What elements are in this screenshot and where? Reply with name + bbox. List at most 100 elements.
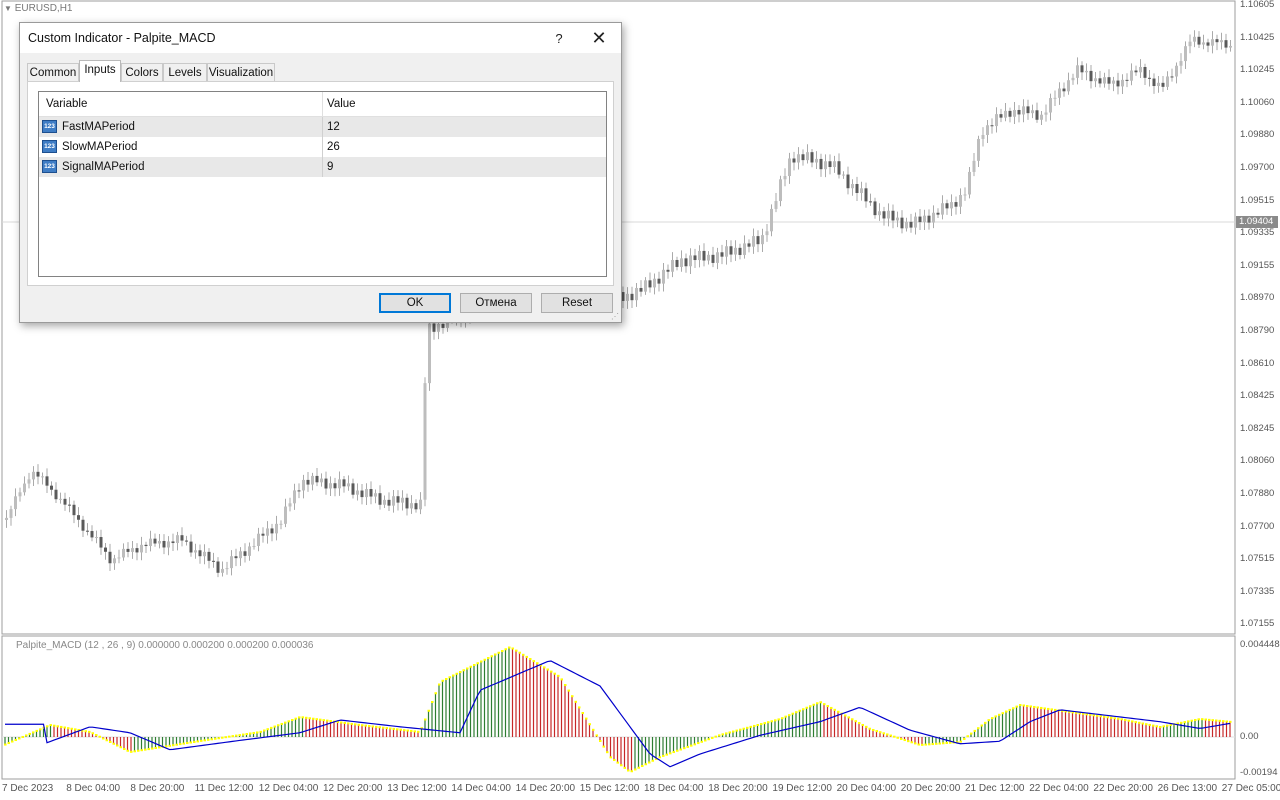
histogram-cap (518, 651, 521, 654)
tab-colors[interactable]: Colors (121, 63, 163, 81)
histogram-cap (704, 739, 707, 742)
resize-grip-icon[interactable]: ⋰ (611, 312, 619, 321)
histogram-cap (973, 729, 976, 732)
table-row[interactable]: 123 SignalMAPeriod 9 (39, 157, 606, 177)
candle-body (1004, 110, 1007, 118)
histogram-cap (515, 649, 518, 652)
candle-body (824, 161, 827, 170)
candle-body (729, 246, 733, 255)
histogram-cap (427, 709, 430, 712)
histogram-cap (711, 736, 714, 739)
price-axis-tick: 1.08060 (1240, 455, 1275, 467)
candle-body (648, 280, 652, 288)
histogram-cap (623, 766, 626, 769)
reset-button[interactable]: Reset (541, 293, 613, 313)
candle-body (999, 114, 1003, 118)
candle-body (1152, 78, 1156, 87)
cancel-button[interactable]: Отмена (460, 293, 532, 313)
histogram-cap (1092, 714, 1095, 717)
histogram-cap (819, 701, 822, 704)
candle-body (1076, 65, 1079, 78)
tab-visualization[interactable]: Visualization (207, 63, 275, 81)
candle-body (716, 252, 719, 263)
candle-body (387, 499, 391, 506)
variable-value[interactable]: 26 (327, 137, 340, 157)
integer-type-icon: 123 (42, 120, 57, 133)
dialog-titlebar[interactable]: Custom Indicator - Palpite_MACD ? ✕ (20, 23, 621, 53)
candle-body (657, 278, 661, 284)
variable-name: SlowMAPeriod (62, 141, 138, 153)
histogram-cap (578, 706, 581, 709)
histogram-cap (60, 725, 63, 728)
candle-body (927, 215, 931, 223)
histogram-cap (399, 728, 402, 731)
variable-value[interactable]: 9 (327, 157, 333, 177)
candle-body (797, 154, 800, 163)
column-header-variable[interactable]: Variable (46, 92, 87, 116)
histogram-cap (595, 734, 598, 737)
histogram-cap (893, 735, 896, 738)
candle-body (765, 231, 769, 236)
histogram-cap (609, 756, 612, 759)
price-axis-tick: 1.09700 (1240, 162, 1275, 173)
histogram-cap (613, 759, 616, 761)
variable-value[interactable]: 12 (327, 117, 340, 137)
candle-body (365, 489, 368, 498)
histogram-cap (445, 678, 448, 680)
tab-common[interactable]: Common (27, 63, 79, 81)
candle-body (1170, 76, 1174, 78)
cell-divider (322, 157, 323, 177)
histogram-cap (158, 746, 161, 749)
column-divider[interactable] (322, 92, 323, 116)
histogram-cap (105, 739, 108, 742)
histogram-cap (301, 716, 304, 719)
histogram-cap (235, 734, 238, 737)
table-row[interactable]: 123 FastMAPeriod 12 (39, 117, 606, 137)
histogram-cap (851, 718, 854, 721)
candle-body (194, 550, 197, 553)
histogram-cap (396, 728, 399, 731)
price-axis-tick: 1.07335 (1240, 585, 1275, 597)
histogram-cap (392, 727, 395, 730)
histogram-cap (728, 731, 731, 734)
histogram-cap (154, 746, 157, 749)
candle-body (1148, 77, 1151, 79)
candle-body (995, 114, 998, 127)
candle-body (698, 250, 701, 261)
tab-inputs[interactable]: Inputs (79, 60, 121, 82)
time-axis-tick: 18 Dec 20:00 (708, 783, 768, 794)
table-row[interactable]: 123 SlowMAPeriod 26 (39, 137, 606, 157)
histogram-cap (133, 750, 136, 753)
candle-body (306, 479, 310, 485)
candle-body (1139, 66, 1142, 73)
histogram-cap (879, 731, 882, 734)
candle-body (54, 489, 58, 500)
candle-body (180, 535, 184, 541)
candle-body (1013, 109, 1016, 117)
ok-button[interactable]: OK (379, 293, 451, 313)
candle-body (1107, 77, 1111, 84)
candle-body (720, 252, 724, 257)
close-icon[interactable]: ✕ (586, 27, 612, 49)
column-header-value[interactable]: Value (327, 92, 356, 116)
candle-body (774, 201, 778, 209)
histogram-cap (672, 751, 675, 754)
histogram-cap (742, 727, 745, 730)
candle-body (662, 269, 665, 284)
tab-levels[interactable]: Levels (163, 63, 207, 81)
histogram-cap (378, 726, 381, 729)
histogram-cap (245, 733, 248, 736)
histogram-cap (455, 672, 458, 675)
candle-body (806, 152, 809, 161)
histogram-cap (529, 658, 532, 660)
histogram-cap (35, 729, 38, 732)
candle-body (45, 476, 49, 486)
histogram-cap (735, 729, 738, 732)
histogram-cap (1180, 721, 1183, 724)
candle-body (50, 485, 53, 490)
histogram-cap (1026, 704, 1029, 707)
histogram-cap (774, 719, 777, 722)
time-axis-tick: 14 Dec 04:00 (451, 783, 511, 794)
help-button[interactable]: ? (548, 29, 570, 49)
histogram-cap (1110, 716, 1113, 719)
